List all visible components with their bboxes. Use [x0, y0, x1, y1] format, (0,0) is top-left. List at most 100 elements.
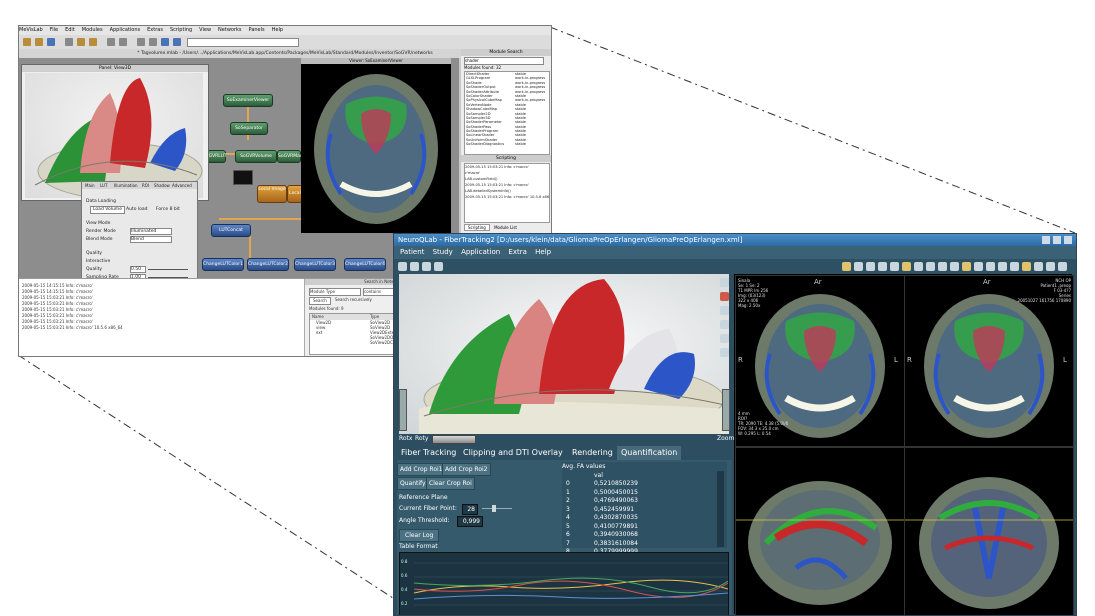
- search-button[interactable]: Search: [309, 297, 331, 305]
- layout-2x2-icon[interactable]: [866, 262, 875, 271]
- blend-mode-select[interactable]: Blend: [130, 236, 172, 243]
- menu-application[interactable]: Application: [461, 248, 500, 256]
- mevislab-menu-panels[interactable]: Panels: [249, 27, 265, 33]
- node-soseparator[interactable]: SoSeparator: [230, 122, 268, 135]
- annotation-icon[interactable]: [938, 262, 947, 271]
- node-changelutcolor4[interactable]: ChangeLUTColor4: [344, 258, 386, 271]
- mevislab-menu-applications[interactable]: Applications: [110, 27, 141, 33]
- settings-tab-main[interactable]: Main: [85, 182, 95, 189]
- layout-1-icon[interactable]: [398, 262, 407, 271]
- mevislab-menu-view[interactable]: View: [199, 27, 211, 33]
- roi-icon[interactable]: [950, 262, 959, 271]
- pan-icon[interactable]: [720, 320, 729, 329]
- module-search-results[interactable]: DirectShader stable GLSLProgram work-in-pro…: [464, 71, 550, 155]
- sync-icon[interactable]: [902, 262, 911, 271]
- render-mode-select[interactable]: Illuminated: [130, 228, 172, 235]
- settings-tab-shadow[interactable]: Shadow: [154, 182, 170, 189]
- zoom-in-icon[interactable]: [161, 38, 169, 46]
- search-type-select[interactable]: Module Type: [309, 288, 361, 296]
- node-changelutcolor2[interactable]: ChangeLUTColor2: [247, 258, 289, 271]
- close-icon[interactable]: [1064, 236, 1072, 244]
- current-fiber-point-spinbox[interactable]: 28: [462, 504, 478, 515]
- module-list-item[interactable]: SoShaderDiagnostics stable: [465, 142, 549, 146]
- tab-rendering[interactable]: Rendering: [568, 446, 617, 460]
- pointer-icon[interactable]: [720, 278, 729, 287]
- open-file-icon[interactable]: [35, 38, 43, 46]
- zoom-icon[interactable]: [720, 334, 729, 343]
- mevislab-menu-edit[interactable]: Edit: [65, 27, 75, 33]
- mevislab-menu-networks[interactable]: Networks: [218, 27, 241, 33]
- cut-icon[interactable]: [65, 38, 73, 46]
- measure-icon[interactable]: [926, 262, 935, 271]
- fiber-point-slider-thumb[interactable]: [492, 505, 496, 512]
- module-search-input[interactable]: shader: [464, 57, 544, 65]
- layout-3-icon[interactable]: [422, 262, 431, 271]
- fa-table-row[interactable]: 4 0,4302870035: [562, 514, 722, 523]
- mevislab-menu-modules[interactable]: Modules: [82, 27, 103, 33]
- new-file-icon[interactable]: [23, 38, 31, 46]
- record-icon[interactable]: [720, 292, 729, 301]
- node-sogvrmark[interactable]: SoGVRMark: [277, 150, 304, 163]
- quality-slider[interactable]: [148, 269, 188, 270]
- redo-icon[interactable]: [119, 38, 127, 46]
- maximize-icon[interactable]: [1053, 236, 1061, 244]
- settings-tab-illumination[interactable]: Illumination: [114, 182, 138, 189]
- viewer-coronal[interactable]: [904, 447, 1074, 615]
- overlay-icon[interactable]: [1022, 262, 1031, 271]
- fiber-render-small[interactable]: [25, 73, 203, 200]
- fa-table-row[interactable]: 3 0,452459991: [562, 506, 722, 515]
- node-lutconcat[interactable]: LUTConcat: [211, 224, 251, 237]
- mevislab-menu-file[interactable]: File: [50, 27, 58, 33]
- menu-study[interactable]: Study: [433, 248, 453, 256]
- fa-table-row[interactable]: 5 0,4100779891: [562, 523, 722, 532]
- fa-profile-graph[interactable]: 0.8 0.6 0.4 0.2: [399, 552, 729, 615]
- quality-field[interactable]: 0.50: [130, 266, 146, 273]
- node-sogvrvolume[interactable]: SoGVRVolume: [235, 150, 277, 163]
- brain-icon[interactable]: [842, 262, 851, 271]
- help-icon[interactable]: [434, 262, 443, 271]
- reset-view-icon[interactable]: [720, 348, 729, 357]
- fa-table-row[interactable]: 2 0,4769490063: [562, 497, 722, 506]
- sagittal-icon[interactable]: [1046, 262, 1055, 271]
- layout-1x3-icon[interactable]: [878, 262, 887, 271]
- tab-module-list[interactable]: Module List: [491, 225, 520, 230]
- left-vertical-slider[interactable]: [399, 389, 407, 431]
- viewer-axial-small[interactable]: Viewer: SoExaminerViewer: [301, 58, 451, 233]
- roty-wheel[interactable]: [432, 435, 476, 444]
- search-recursively-checkbox[interactable]: Search recursively: [335, 297, 372, 303]
- fa-table-row[interactable]: 7 0,3831610084: [562, 540, 722, 549]
- settings-tab-lut[interactable]: LUT: [100, 182, 107, 189]
- mevislab-menu-scripting[interactable]: Scripting: [170, 27, 192, 33]
- fa-table-row[interactable]: 0 0,5210850239: [562, 480, 722, 489]
- settings-icon[interactable]: [986, 262, 995, 271]
- window-level-icon[interactable]: [914, 262, 923, 271]
- viewer-axial-left[interactable]: Sinala Se: 1 Se: 2 T1 MPR Im 256 Img: (03/1…: [735, 275, 905, 447]
- toolbar-combo[interactable]: [187, 38, 299, 47]
- paste-icon[interactable]: [89, 38, 97, 46]
- layout-icon[interactable]: [137, 38, 145, 46]
- copy-icon[interactable]: [77, 38, 85, 46]
- zoom-out-icon[interactable]: [173, 38, 181, 46]
- node-changelutcolor3[interactable]: ChangeLUTColor3: [294, 258, 336, 271]
- mevislab-menu-help[interactable]: Help: [272, 27, 283, 33]
- fa-table-row[interactable]: 6 0,3940930068: [562, 531, 722, 540]
- settings-tab-roi[interactable]: ROI: [142, 182, 149, 189]
- scripting-console[interactable]: 2009-05-15 15:03:21 Info: c'macro' c'macr…: [464, 163, 550, 223]
- settings-tab-advanced[interactable]: Advanced: [172, 182, 192, 189]
- viewer-sagittal[interactable]: [735, 447, 905, 615]
- tab-clipping-dti-overlay[interactable]: Clipping and DTI Overlay: [459, 446, 567, 460]
- reset-icon[interactable]: [998, 262, 1007, 271]
- node-soexaminerviewer[interactable]: SoExaminerViewer: [223, 94, 273, 107]
- grid-icon[interactable]: [149, 38, 157, 46]
- clear-log-button[interactable]: Clear Log: [399, 529, 440, 542]
- coronal-icon[interactable]: [1058, 262, 1067, 271]
- viewer-axial-right[interactable]: NCH OP Patient1 ,preop F 03-4?7 Series 20051…: [904, 275, 1074, 447]
- force8bit-checkbox[interactable]: Force 8 bit: [156, 206, 180, 213]
- menu-extra[interactable]: Extra: [508, 248, 526, 256]
- fiber-point-slider[interactable]: [482, 508, 512, 509]
- fiber-tracking-3d-view[interactable]: [399, 274, 730, 436]
- quantify-button[interactable]: Quantify: [397, 477, 429, 490]
- layout-3x1-icon[interactable]: [890, 262, 899, 271]
- minimize-icon[interactable]: [1042, 236, 1050, 244]
- add-crop-roi2-button[interactable]: Add Crop Roi2: [442, 463, 491, 476]
